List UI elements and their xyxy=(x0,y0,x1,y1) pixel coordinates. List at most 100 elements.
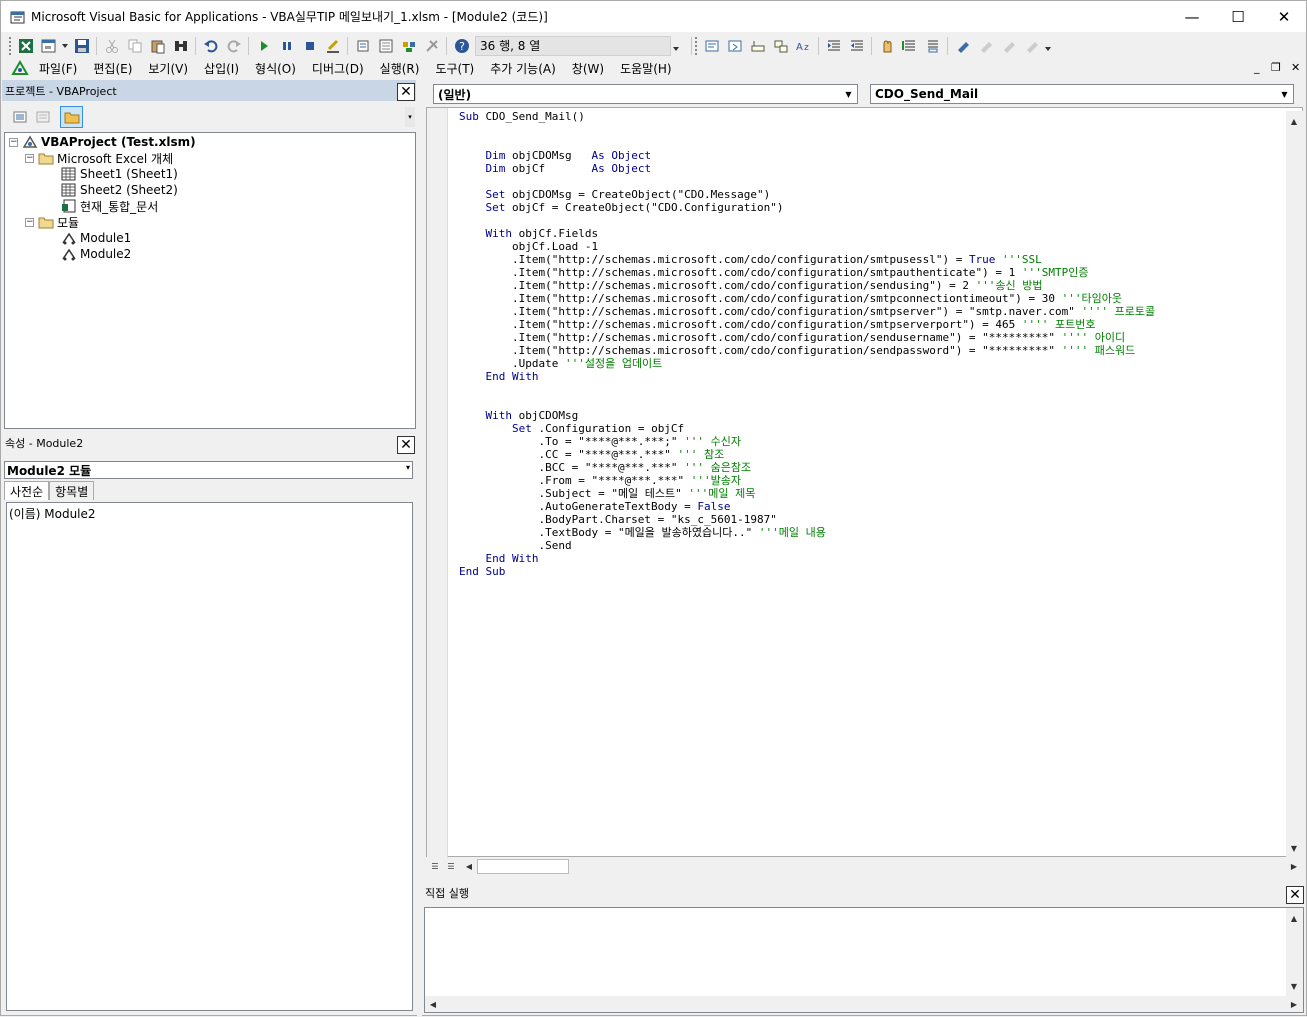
menu-edit[interactable]: 편집(E) xyxy=(85,58,140,78)
mdi-restore-button[interactable]: ❐ xyxy=(1271,61,1281,74)
code-vertical-scrollbar[interactable]: ▲ ▼ xyxy=(1286,111,1303,858)
toggle-breakpoint-icon[interactable] xyxy=(875,35,898,57)
tree-node-excel-objects[interactable]: − Microsoft Excel 개체 xyxy=(25,150,173,166)
code-line[interactable]: .Item("http://schemas.microsoft.com/cdo/… xyxy=(459,292,1155,305)
code-line[interactable]: End With xyxy=(459,370,1155,383)
outdent-icon[interactable] xyxy=(845,35,868,57)
dropdown-arrow-icon[interactable]: ▾ xyxy=(406,463,410,472)
code-line[interactable] xyxy=(459,123,1155,136)
code-line[interactable]: Set objCDOMsg = CreateObject("CDO.Messag… xyxy=(459,188,1155,201)
menu-run[interactable]: 실행(R) xyxy=(372,58,428,78)
code-line[interactable]: .CC = "****@***.***" ''' 참조 xyxy=(459,448,1155,461)
help-icon[interactable]: ? xyxy=(450,35,473,57)
menu-window[interactable]: 창(W) xyxy=(564,58,612,78)
find-icon[interactable] xyxy=(169,35,192,57)
code-line[interactable]: .BCC = "****@***.***" ''' 숨은참조 xyxy=(459,461,1155,474)
menu-format[interactable]: 형식(O) xyxy=(247,58,304,78)
code-margin-indicator-bar[interactable] xyxy=(427,108,448,858)
next-bookmark-icon[interactable] xyxy=(974,35,997,57)
code-line[interactable]: With objCf.Fields xyxy=(459,227,1155,240)
break-icon[interactable] xyxy=(275,35,298,57)
properties-window-icon[interactable] xyxy=(374,35,397,57)
maximize-button[interactable]: ☐ xyxy=(1215,1,1261,32)
toggle-bookmark-icon[interactable] xyxy=(951,35,974,57)
tree-node-sheet1[interactable]: Sheet1 (Sheet1) xyxy=(61,166,178,182)
tree-node-vbaproject[interactable]: − VBAProject (Test.xlsm) xyxy=(9,134,196,150)
immediate-close-button[interactable]: ✕ xyxy=(1286,886,1304,904)
toggle-folders-icon[interactable] xyxy=(60,106,83,128)
code-line[interactable]: .Item("http://schemas.microsoft.com/cdo/… xyxy=(459,279,1155,292)
menu-debug[interactable]: 디버그(D) xyxy=(304,58,372,78)
reset-icon[interactable] xyxy=(298,35,321,57)
menu-help[interactable]: 도움말(H) xyxy=(612,58,680,78)
minimize-button[interactable]: — xyxy=(1169,1,1215,32)
code-horizontal-scrollbar[interactable]: ☰ ☰ ◀ ▶ xyxy=(427,858,1303,875)
toolbar-grip[interactable] xyxy=(9,36,12,55)
previous-bookmark-icon[interactable] xyxy=(997,35,1020,57)
property-name-row[interactable]: (이름) Module2 xyxy=(9,505,96,522)
properties-close-button[interactable]: ✕ xyxy=(397,436,415,454)
dropdown-arrow-icon[interactable]: ▼ xyxy=(1277,86,1292,102)
tab-categorized[interactable]: 항목별 xyxy=(49,481,95,500)
insert-userform-icon[interactable] xyxy=(37,35,60,57)
view-object-icon[interactable] xyxy=(31,106,54,128)
code-line[interactable]: Dim objCf As Object xyxy=(459,162,1155,175)
scroll-down-arrow-icon[interactable]: ▼ xyxy=(1286,978,1302,994)
immediate-horizontal-scrollbar[interactable]: ◀ ▶ xyxy=(425,996,1303,1012)
code-line[interactable]: Set .Configuration = objCf xyxy=(459,422,1155,435)
view-code-icon[interactable] xyxy=(8,106,31,128)
dropdown-arrow-icon[interactable] xyxy=(60,35,70,57)
menu-addins[interactable]: 추가 기능(A) xyxy=(482,58,564,78)
immediate-vertical-scrollbar[interactable]: ▲ ▼ xyxy=(1286,908,1303,996)
collapse-icon[interactable]: − xyxy=(25,217,34,227)
code-line[interactable] xyxy=(459,214,1155,227)
procedure-combo[interactable]: CDO_Send_Mail ▼ xyxy=(870,84,1294,104)
scroll-up-arrow-icon[interactable]: ▲ xyxy=(1286,910,1302,926)
redo-icon[interactable] xyxy=(222,35,245,57)
list-properties-icon[interactable] xyxy=(700,35,723,57)
menu-tools[interactable]: 도구(T) xyxy=(427,58,482,78)
menu-view[interactable]: 보기(V) xyxy=(140,58,196,78)
collapse-icon[interactable]: − xyxy=(25,153,34,163)
code-line[interactable]: End With xyxy=(459,552,1155,565)
code-line[interactable]: .Item("http://schemas.microsoft.com/cdo/… xyxy=(459,266,1155,279)
code-line[interactable]: .Subject = "메일 테스트" '''메일 제목 xyxy=(459,487,1155,500)
code-line[interactable] xyxy=(459,136,1155,149)
quick-info-icon[interactable] xyxy=(746,35,769,57)
vba-menu-icon[interactable] xyxy=(9,57,31,79)
code-line[interactable]: .Item("http://schemas.microsoft.com/cdo/… xyxy=(459,318,1155,331)
tab-alphabetic[interactable]: 사전순 xyxy=(4,481,50,500)
run-icon[interactable] xyxy=(252,35,275,57)
scroll-thumb[interactable] xyxy=(477,859,569,874)
close-button[interactable]: ✕ xyxy=(1261,1,1307,32)
code-line[interactable]: .Send xyxy=(459,539,1155,552)
edit-toolbar-grip[interactable] xyxy=(695,36,698,55)
menu-file[interactable]: 파일(F) xyxy=(31,58,85,78)
menu-insert[interactable]: 삽입(I) xyxy=(196,58,247,78)
tree-node-workbook[interactable]: 현재_통합_문서 xyxy=(61,198,158,214)
toolbar-overflow-icon[interactable] xyxy=(671,35,681,57)
scroll-right-arrow-icon[interactable]: ▶ xyxy=(1286,996,1302,1012)
code-line[interactable]: .To = "****@***.***;" ''' 수신자 xyxy=(459,435,1155,448)
scroll-up-arrow-icon[interactable]: ▲ xyxy=(1286,113,1302,129)
object-combo[interactable]: (일반) ▼ xyxy=(433,84,858,104)
properties-object-select[interactable]: Module2 모듈 ▾ xyxy=(4,461,413,479)
cut-icon[interactable] xyxy=(100,35,123,57)
code-line[interactable]: Sub CDO_Send_Mail() xyxy=(459,110,1155,123)
immediate-window[interactable]: ▲ ▼ ◀ ▶ xyxy=(424,907,1304,1013)
toolbox-icon[interactable] xyxy=(420,35,443,57)
edit-toolbar-overflow-icon[interactable] xyxy=(1043,35,1053,57)
view-excel-icon[interactable] xyxy=(14,35,37,57)
tree-node-sheet2[interactable]: Sheet2 (Sheet2) xyxy=(61,182,178,198)
code-line[interactable]: .Item("http://schemas.microsoft.com/cdo/… xyxy=(459,331,1155,344)
mdi-minimize-button[interactable]: _ xyxy=(1254,61,1260,74)
pane-splitter[interactable] xyxy=(417,80,422,1017)
object-browser-icon[interactable] xyxy=(397,35,420,57)
code-line[interactable]: .AutoGenerateTextBody = False xyxy=(459,500,1155,513)
code-line[interactable] xyxy=(459,396,1155,409)
undo-icon[interactable] xyxy=(199,35,222,57)
code-line[interactable]: .Item("http://schemas.microsoft.com/cdo/… xyxy=(459,305,1155,318)
code-line[interactable] xyxy=(459,175,1155,188)
project-explorer-close-button[interactable]: ✕ xyxy=(397,83,415,101)
list-constants-icon[interactable] xyxy=(723,35,746,57)
